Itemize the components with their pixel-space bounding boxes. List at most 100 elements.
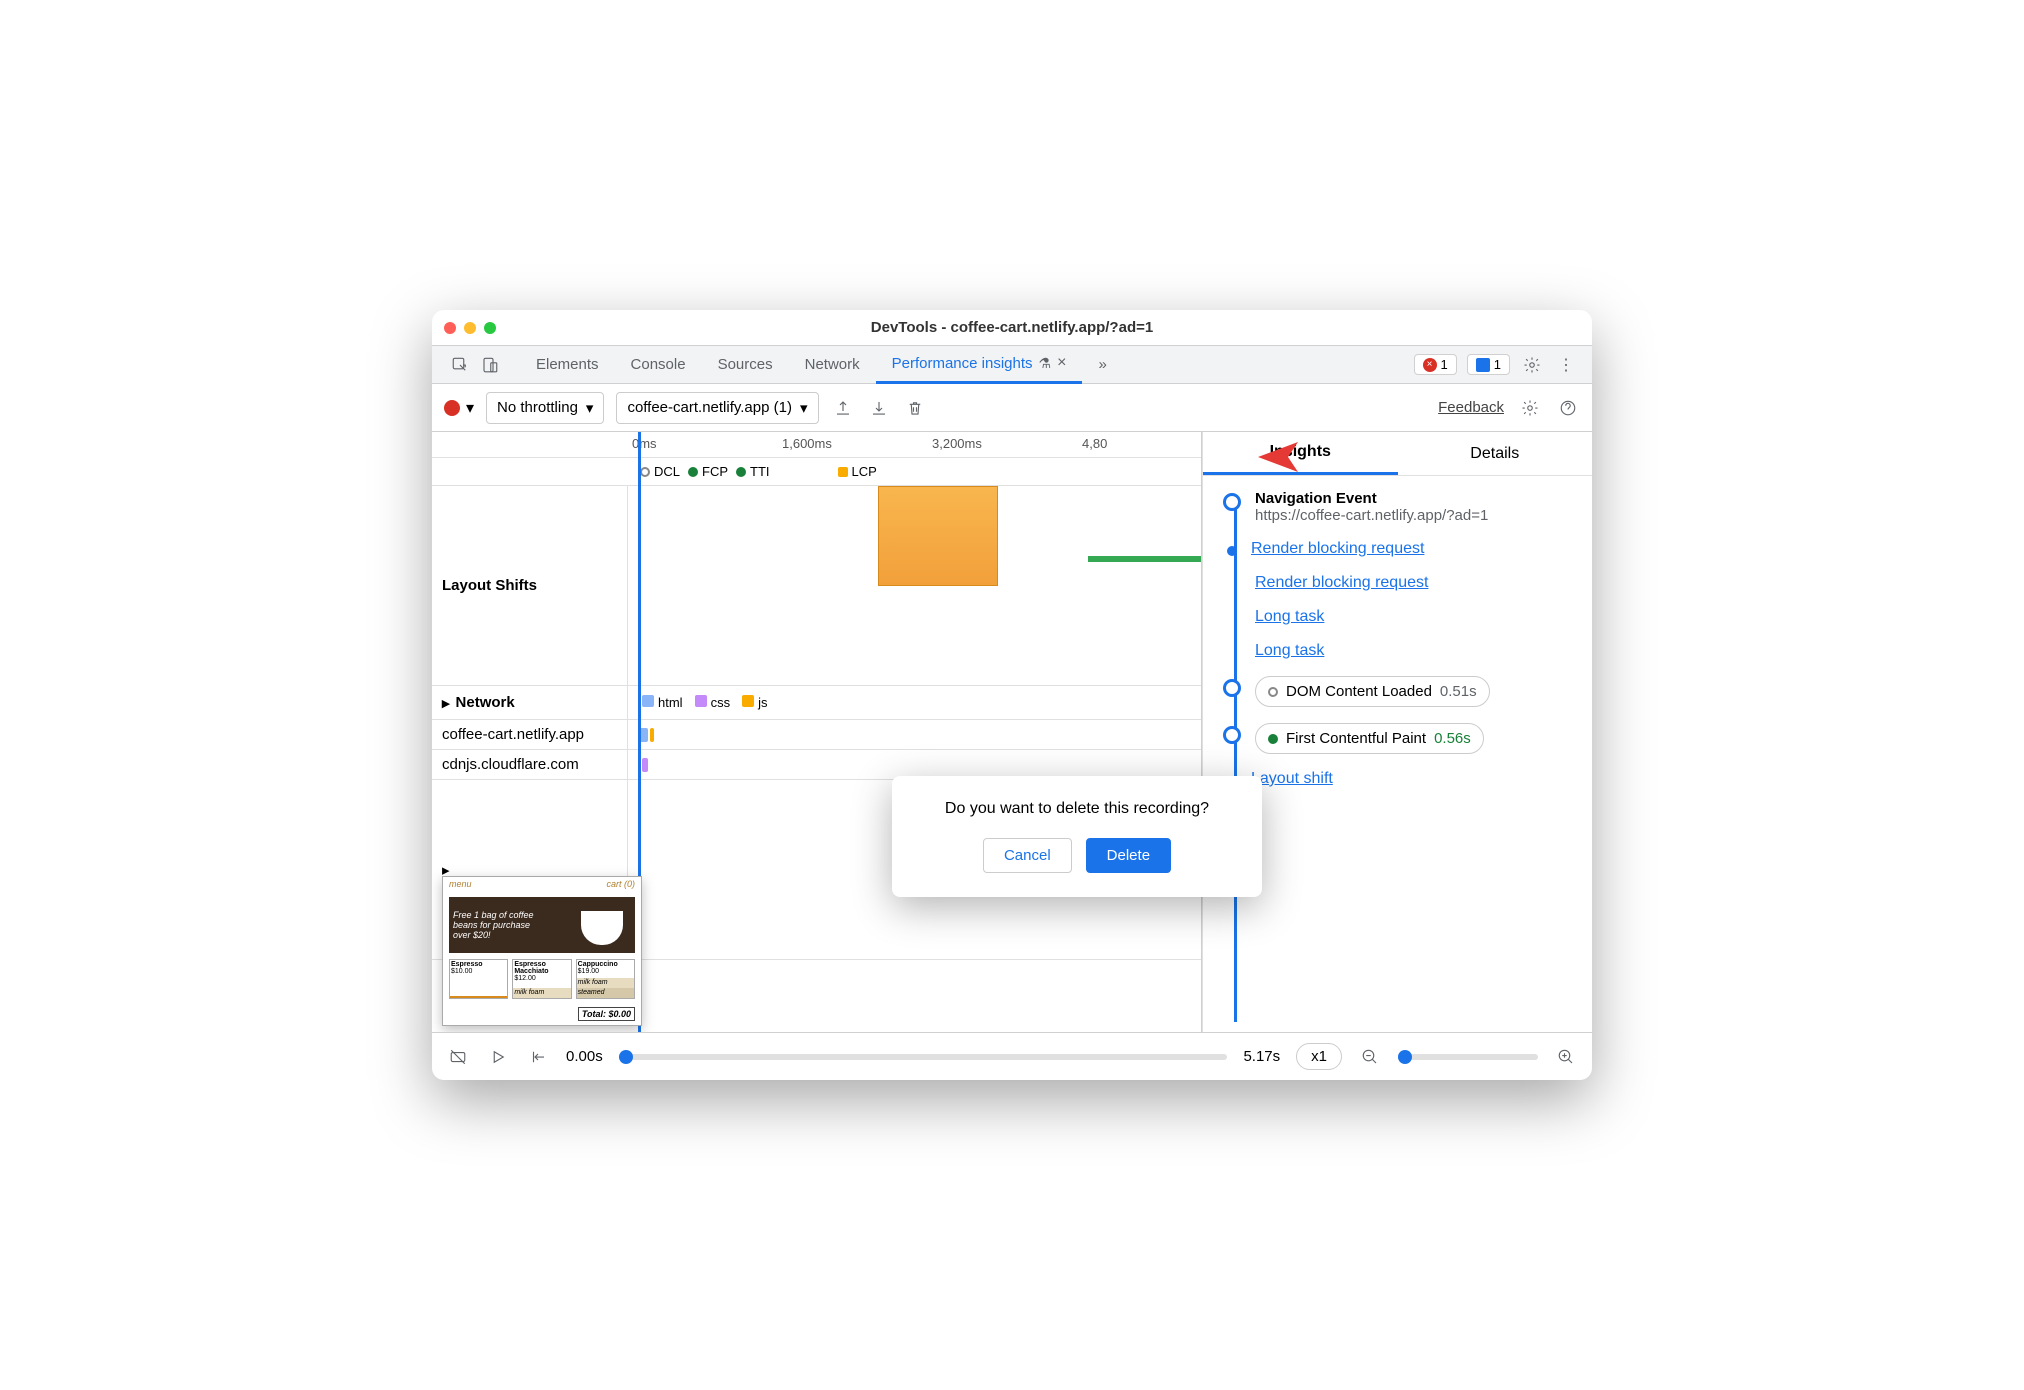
insight-link[interactable]: Render blocking request	[1255, 574, 1428, 592]
fcp-marker-icon	[688, 467, 698, 477]
tab-console[interactable]: Console	[615, 346, 702, 384]
throttling-select[interactable]: No throttling ▾	[486, 392, 604, 424]
tab-network[interactable]: Network	[789, 346, 876, 384]
insight-item-navigation[interactable]: Navigation Eventhttps://coffee-cart.netl…	[1223, 490, 1580, 524]
cancel-button[interactable]: Cancel	[983, 838, 1072, 873]
side-panel: Insights Details Navigation Eventhttps:/…	[1202, 432, 1592, 1032]
p3-foam: milk foam	[577, 978, 634, 988]
time-tick: 4,80	[1082, 436, 1107, 451]
minimize-window-button[interactable]	[464, 322, 476, 334]
fcp-pill-label: First Contentful Paint	[1286, 730, 1426, 747]
scrubber[interactable]	[619, 1054, 1228, 1060]
feedback-link[interactable]: Feedback	[1438, 399, 1504, 416]
insight-link[interactable]: Long task	[1255, 608, 1324, 626]
thumb-product: Espresso$10.00	[449, 959, 508, 999]
thumb-product: Espresso Macchiato$12.00milk foam	[512, 959, 571, 999]
fcp-label: FCP	[702, 464, 728, 479]
throttling-value: No throttling	[497, 399, 578, 416]
zoom-out-icon[interactable]	[1358, 1045, 1382, 1069]
network-bar[interactable]	[642, 758, 648, 772]
record-dropdown-icon[interactable]: ▾	[466, 398, 474, 418]
issues-badge[interactable]: 1	[1467, 354, 1510, 375]
network-host: cdnjs.cloudflare.com	[432, 750, 628, 779]
insight-item[interactable]: Long task	[1223, 642, 1580, 660]
recording-select[interactable]: coffee-cart.netlify.app (1) ▾	[616, 392, 818, 424]
devtools-tabbar: Elements Console Sources Network Perform…	[432, 346, 1592, 384]
error-badge[interactable]: × 1	[1414, 354, 1457, 375]
layout-shift-block[interactable]	[878, 486, 998, 586]
fcp-time: 0.56s	[1434, 730, 1471, 747]
p3-steamed: steamed	[577, 988, 634, 998]
timeline-marker-icon	[1223, 493, 1241, 511]
settings-icon[interactable]	[1520, 353, 1544, 377]
record-button[interactable]	[444, 400, 460, 416]
chevron-down-icon: ▾	[800, 399, 808, 417]
dcl-time: 0.51s	[1440, 683, 1477, 700]
playback-footer: 0.00s 5.17s x1	[432, 1032, 1592, 1080]
insight-item-fcp[interactable]: First Contentful Paint 0.56s	[1223, 723, 1580, 754]
tab-elements[interactable]: Elements	[520, 346, 615, 384]
zoom-in-icon[interactable]	[1554, 1045, 1578, 1069]
p1-price: $10.00	[451, 968, 472, 975]
more-tabs-button[interactable]: »	[1082, 346, 1122, 384]
speed-selector[interactable]: x1	[1296, 1043, 1342, 1070]
rewind-icon[interactable]	[526, 1045, 550, 1069]
thumb-banner: Free 1 bag of coffee beans for purchase …	[449, 897, 635, 953]
delete-icon[interactable]	[903, 396, 927, 420]
close-tab-icon[interactable]: ×	[1057, 354, 1066, 372]
p3-price: $19.00	[578, 968, 599, 975]
html-swatch-icon	[642, 695, 654, 707]
insight-link[interactable]: Layout shift	[1251, 770, 1333, 788]
layout-shift-mark[interactable]	[1088, 556, 1202, 562]
content-area: 0ms 1,600ms 3,200ms 4,80 DCL FCP TTI LCP…	[432, 432, 1592, 1032]
delete-button[interactable]: Delete	[1086, 838, 1171, 873]
insight-item-dcl[interactable]: DOM Content Loaded 0.51s	[1223, 676, 1580, 707]
side-tab-insights[interactable]: Insights	[1203, 432, 1398, 475]
layout-shifts-lane: Layout Shifts	[432, 486, 1201, 686]
help-icon[interactable]	[1556, 396, 1580, 420]
insight-item[interactable]: Layout shift	[1223, 770, 1580, 788]
html-type: html	[658, 695, 683, 710]
panel-settings-icon[interactable]	[1518, 396, 1542, 420]
screenshot-toggle-icon[interactable]	[446, 1045, 470, 1069]
window-controls	[444, 322, 496, 334]
p2-name: Espresso Macchiato	[514, 961, 548, 975]
p1-name: Espresso	[451, 961, 483, 968]
device-toggle-icon[interactable]	[478, 353, 502, 377]
dcl-label: DCL	[654, 464, 680, 479]
dcl-pill-label: DOM Content Loaded	[1286, 683, 1432, 700]
thumb-product: Cappuccino$19.00milk foamsteamed	[576, 959, 635, 999]
insight-link[interactable]: Render blocking request	[1251, 540, 1424, 558]
tab-sources[interactable]: Sources	[702, 346, 789, 384]
insight-link[interactable]: Long task	[1255, 642, 1324, 660]
maximize-window-button[interactable]	[484, 322, 496, 334]
timeline-panel: 0ms 1,600ms 3,200ms 4,80 DCL FCP TTI LCP…	[432, 432, 1202, 1032]
zoom-thumb[interactable]	[1398, 1050, 1412, 1064]
inspect-element-icon[interactable]	[448, 353, 472, 377]
time-tick: 3,200ms	[932, 436, 982, 451]
kebab-menu-icon[interactable]: ⋮	[1554, 353, 1578, 377]
insight-item[interactable]: Render blocking request	[1223, 540, 1580, 558]
network-label: Network	[456, 694, 515, 711]
insight-item[interactable]: Long task	[1223, 608, 1580, 626]
layout-shifts-label: Layout Shifts	[442, 577, 537, 594]
network-bar[interactable]	[650, 728, 654, 742]
time-tick: 0ms	[632, 436, 657, 451]
insight-item[interactable]: Render blocking request	[1223, 574, 1580, 592]
export-icon[interactable]	[831, 396, 855, 420]
side-tab-details[interactable]: Details	[1398, 432, 1593, 475]
p2-price: $12.00	[514, 975, 535, 982]
time-ruler[interactable]: 0ms 1,600ms 3,200ms 4,80	[432, 432, 1201, 458]
zoom-slider[interactable]	[1398, 1054, 1538, 1060]
chevron-down-icon: ▾	[586, 399, 594, 417]
play-icon[interactable]	[486, 1045, 510, 1069]
tab-performance-insights[interactable]: Performance insights ⚗ ×	[876, 346, 1083, 384]
screenshot-thumbnail[interactable]: menucart (0) Free 1 bag of coffee beans …	[442, 876, 642, 1026]
thumb-promo: Free 1 bag of coffee beans for purchase …	[453, 910, 543, 940]
insights-list: Navigation Eventhttps://coffee-cart.netl…	[1203, 476, 1592, 1032]
close-window-button[interactable]	[444, 322, 456, 334]
import-icon[interactable]	[867, 396, 891, 420]
nav-url: https://coffee-cart.netlify.app/?ad=1	[1255, 507, 1488, 524]
scrubber-thumb[interactable]	[619, 1050, 633, 1064]
dialog-message: Do you want to delete this recording?	[912, 800, 1242, 818]
